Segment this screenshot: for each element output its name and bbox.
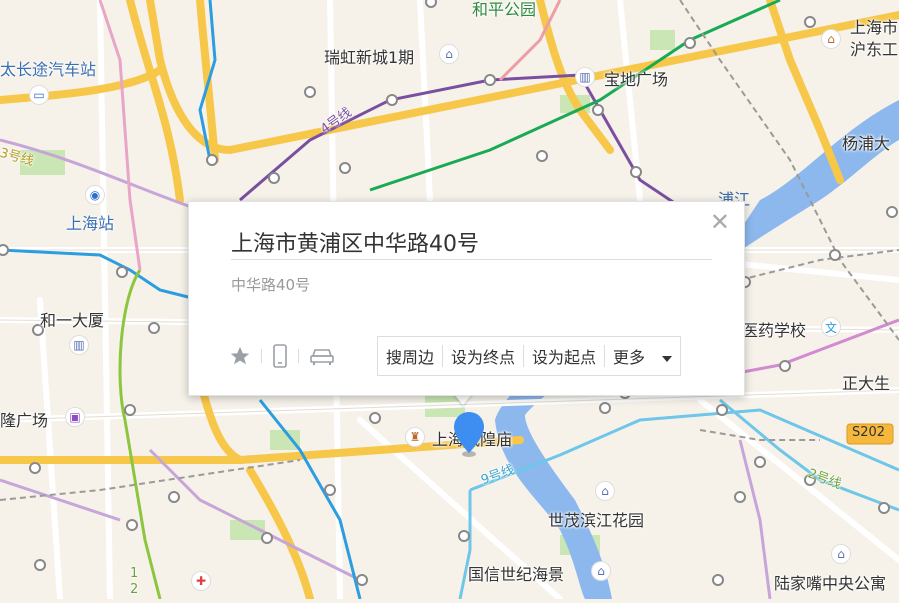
phone-icon[interactable]: [262, 344, 298, 368]
poi-label-shimao: 世茂滨江花园: [548, 511, 645, 530]
poi-label-guoxin: 国信世纪海景: [468, 565, 565, 584]
hospital-icon[interactable]: ✚: [192, 572, 210, 590]
caret-down-icon: [662, 355, 673, 362]
poi-label-medical-school: 医药学校: [742, 321, 807, 340]
poi-label-long-distance: 太长途汽车站: [0, 60, 97, 79]
location-marker-icon[interactable]: [452, 410, 486, 458]
poi-label-shanghai-station: 上海站: [66, 214, 115, 233]
residence-icon[interactable]: ⌂: [832, 545, 850, 563]
close-icon[interactable]: ✕: [710, 210, 730, 234]
poi-label-hudong: 沪东工: [850, 40, 899, 59]
more-dropdown[interactable]: 更多: [605, 344, 680, 368]
star-icon[interactable]: [219, 344, 261, 368]
map-canvas[interactable]: 和平公园 瑞虹新城1期 ⌂ ▥ 宝地广场 ⌂ 上海市 沪东工 杨浦大 太长途汽车…: [0, 0, 899, 603]
building-icon[interactable]: ▥: [70, 336, 88, 354]
school-icon[interactable]: 文: [822, 318, 840, 336]
poi-label-zhengda: 正大生: [842, 374, 891, 393]
residence-icon[interactable]: ⌂: [440, 45, 458, 63]
building-icon[interactable]: ▥: [576, 68, 594, 86]
popup-actions: 搜周边 设为终点 设为起点 更多: [377, 336, 682, 376]
train-icon[interactable]: ◉: [86, 186, 104, 204]
government-icon[interactable]: ⌂: [822, 30, 840, 48]
metro-line-label: 2: [130, 582, 139, 597]
popup-divider: [231, 259, 712, 260]
poi-label-shanghai-city: 上海市: [850, 18, 899, 37]
residence-icon[interactable]: ⌂: [596, 482, 614, 500]
location-popup: ✕ 上海市黄浦区中华路40号 中华路40号 搜周边 设为终点 设为起点 更多: [188, 201, 745, 396]
poi-label-heyi: 和一大厦: [40, 311, 105, 330]
set-destination-button[interactable]: 设为终点: [443, 344, 523, 368]
poi-label-baodi: 宝地广场: [604, 70, 669, 89]
set-origin-button[interactable]: 设为起点: [524, 344, 604, 368]
metro-line-label: 1: [130, 566, 139, 581]
popup-tools: [219, 344, 345, 368]
car-icon[interactable]: [299, 344, 345, 368]
search-nearby-button[interactable]: 搜周边: [378, 344, 442, 368]
poi-label-long-plaza: 隆广场: [0, 411, 49, 430]
poi-label-yangpu: 杨浦大: [842, 134, 891, 153]
poi-label-lujiazui: 陆家嘴中央公寓: [774, 574, 887, 593]
temple-icon[interactable]: ♜: [406, 428, 424, 446]
shopping-icon[interactable]: ▣: [66, 408, 84, 426]
expressway-shield: S202: [852, 425, 886, 440]
popup-title: 上海市黄浦区中华路40号: [231, 232, 479, 257]
more-label: 更多: [613, 348, 646, 367]
residence-icon[interactable]: ⌂: [592, 562, 610, 580]
poi-label-ruihong: 瑞虹新城1期: [324, 48, 415, 67]
popup-address: 中华路40号: [231, 276, 311, 294]
bus-icon[interactable]: ▭: [30, 86, 48, 104]
park-label: 和平公园: [472, 0, 537, 19]
